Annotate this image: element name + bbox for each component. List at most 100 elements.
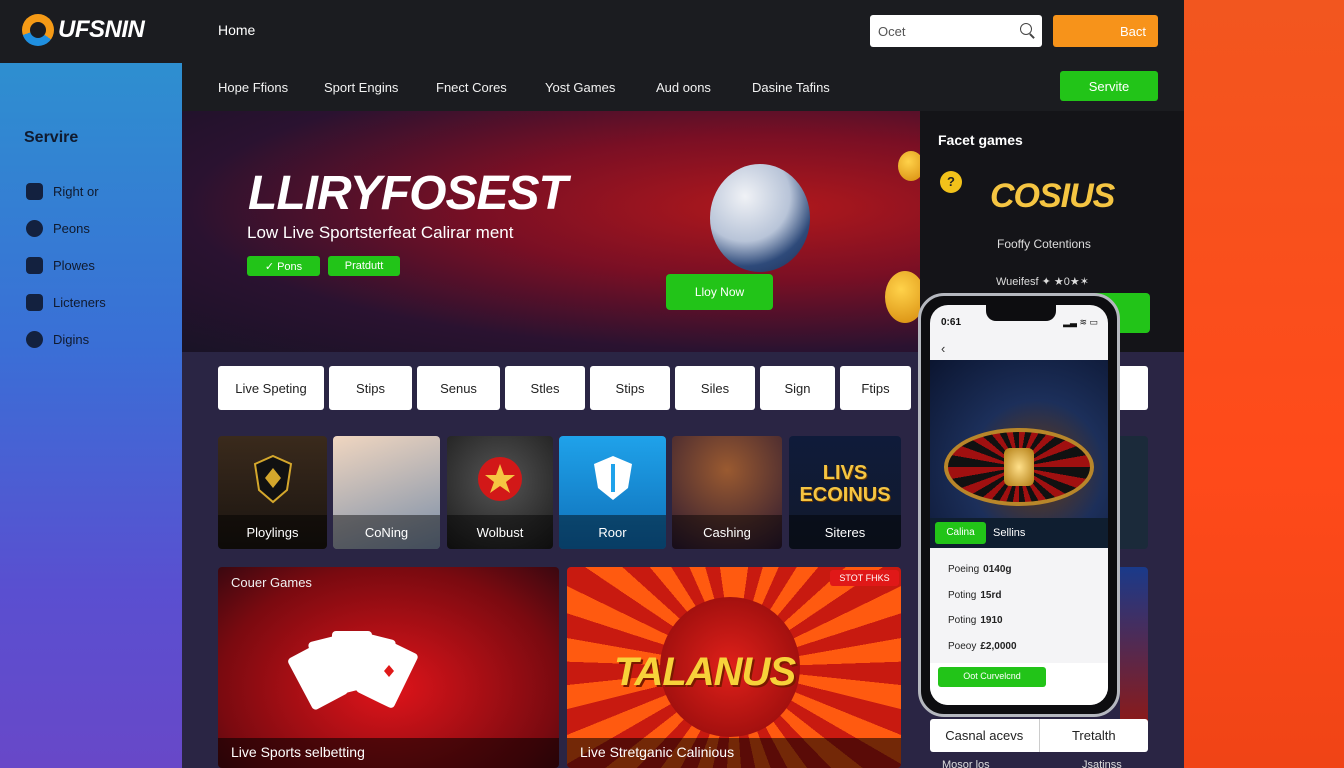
- play-now-button[interactable]: Lloy Now: [666, 274, 773, 310]
- star-token-icon: [478, 457, 522, 501]
- promo-card[interactable]: STOT FHKS TALANUS Live Stretganic Calini…: [567, 567, 901, 768]
- nav-item[interactable]: Dasine Tafins: [752, 80, 830, 95]
- promo-card[interactable]: Couer Games Live Sports selbetting: [218, 567, 559, 768]
- category-chip[interactable]: Ftips: [840, 366, 911, 410]
- playing-cards-icon: [288, 631, 418, 710]
- tab-casual[interactable]: Casnal acevs: [930, 719, 1039, 752]
- hero-tag[interactable]: ✓ Pons: [247, 256, 320, 276]
- nav-item[interactable]: Yost Games: [545, 80, 615, 95]
- facebook-icon: [26, 294, 43, 311]
- category-chip[interactable]: Live Speting: [218, 366, 324, 410]
- hot-badge: STOT FHKS: [830, 570, 899, 586]
- row-value: 15rd: [980, 590, 1002, 601]
- question-icon: [26, 220, 43, 237]
- game-tile-partial[interactable]: [1120, 436, 1148, 549]
- right-decor-strip: [1184, 0, 1344, 768]
- featured-logo: COSIUS: [990, 177, 1115, 215]
- category-chip[interactable]: Sign: [760, 366, 835, 410]
- row-key: Poting: [948, 590, 977, 601]
- nav-item[interactable]: Fnect Cores: [436, 80, 507, 95]
- list-item[interactable]: Poeoy £2,0000: [948, 641, 1017, 652]
- roulette-hub: [1004, 448, 1034, 486]
- row-value: 1910: [980, 615, 1003, 626]
- sidebar-item-label: Right or: [53, 184, 99, 199]
- category-chip-partial[interactable]: [1120, 366, 1148, 410]
- row-key: Poeoy: [948, 641, 977, 652]
- row-key: Poting: [948, 615, 977, 626]
- back-chevron-icon[interactable]: ‹: [941, 341, 945, 356]
- coin-icon: [898, 151, 920, 181]
- phone-tabs: Calina Sellins: [930, 518, 1108, 548]
- game-tile[interactable]: Roor: [559, 436, 666, 549]
- phone-tab-active[interactable]: Calina: [935, 522, 986, 544]
- list-item[interactable]: Poting 15rd: [948, 590, 1001, 601]
- row-value: £2,0000: [980, 641, 1017, 652]
- card-title: Couer Games: [231, 575, 312, 590]
- top-bar: UFSNIN Home Ocet Bact: [0, 0, 1184, 63]
- tile-label: Wolbust: [447, 515, 553, 549]
- card-caption: Live Stretganic Calinious: [580, 744, 735, 760]
- sidebar-item-label: Peons: [53, 221, 90, 236]
- sidebar-item-label: Plowes: [53, 258, 95, 273]
- phone-notch: [986, 305, 1056, 321]
- hero-banner[interactable]: LLIRYFOSEST Low Live Sportsterfeat Calir…: [182, 111, 920, 352]
- tile-label: Ploylings: [218, 515, 327, 549]
- promo-card-partial[interactable]: [1120, 567, 1148, 722]
- game-tile[interactable]: LIVS ECOINUS Siteres: [789, 436, 901, 549]
- phone-screen: 0:61 ▂▃ ≋ ▭ ‹ Calina Sellins Poeing 0140g…: [930, 305, 1108, 705]
- bottom-tabs: Casnal acevs Tretalth: [930, 719, 1148, 752]
- sidebar-item-label: Licteners: [53, 295, 106, 310]
- roulette-banner[interactable]: [930, 360, 1108, 518]
- sidebar-item[interactable]: Peons: [26, 220, 90, 237]
- game-tile[interactable]: Cashing: [672, 436, 782, 549]
- bet-button[interactable]: Bact: [1053, 15, 1158, 47]
- shield-icon: [593, 456, 632, 500]
- search-input[interactable]: Ocet: [870, 15, 1042, 47]
- category-chip[interactable]: Stips: [590, 366, 670, 410]
- tab-tretalth[interactable]: Tretalth: [1038, 719, 1149, 752]
- footer-text: Jsatinss: [1082, 759, 1122, 768]
- sidebar-item[interactable]: Right or: [26, 183, 99, 200]
- phone-footer: Oot Curvelcnd: [930, 663, 1108, 705]
- logo[interactable]: UFSNIN: [22, 14, 145, 46]
- home-link[interactable]: Home: [218, 22, 255, 38]
- nav-item[interactable]: Hope Ffions: [218, 80, 288, 95]
- featured-title: Facet games: [938, 132, 1023, 148]
- category-chip[interactable]: Senus: [417, 366, 500, 410]
- category-chip[interactable]: Stips: [329, 366, 412, 410]
- category-chip[interactable]: Siles: [675, 366, 755, 410]
- location-icon: [26, 331, 43, 348]
- sidebar-item[interactable]: Digins: [26, 331, 89, 348]
- game-tile[interactable]: Ploylings: [218, 436, 327, 549]
- search-placeholder: Ocet: [878, 24, 906, 39]
- featured-subtitle: Fooffy Cotentions: [997, 237, 1091, 251]
- mail-icon: [26, 257, 43, 274]
- logo-text: UFSNIN: [58, 16, 145, 43]
- search-icon[interactable]: [1020, 23, 1032, 35]
- info-icon[interactable]: ?: [940, 171, 962, 193]
- nav-item[interactable]: Sport Engins: [324, 80, 398, 95]
- phone-cta-button[interactable]: Oot Curvelcnd: [938, 667, 1046, 687]
- phone-tab[interactable]: Sellins: [993, 527, 1025, 539]
- game-tile[interactable]: Wolbust: [447, 436, 553, 549]
- service-button[interactable]: Servite: [1060, 71, 1158, 101]
- featured-rating: Wueifesf ✦ ★0★✶: [996, 276, 1089, 288]
- sidebar-item[interactable]: Plowes: [26, 257, 95, 274]
- sidebar-title: Servire: [24, 129, 79, 146]
- list-item[interactable]: Poting 1910: [948, 615, 1003, 626]
- list-item[interactable]: Poeing 0140g: [948, 564, 1012, 575]
- tile-label: Roor: [559, 515, 666, 549]
- game-tile[interactable]: CoNing: [333, 436, 440, 549]
- sidebar-item[interactable]: Licteners: [26, 294, 106, 311]
- footer-text: Mosor los: [942, 759, 990, 768]
- row-key: Poeing: [948, 564, 980, 575]
- category-chip[interactable]: Stles: [505, 366, 585, 410]
- row-value: 0140g: [983, 564, 1012, 575]
- tile-logo: LIVS ECOINUS: [799, 462, 891, 506]
- card-logo: TALANUS: [614, 650, 796, 694]
- hero-tag[interactable]: Pratdutt: [328, 256, 400, 276]
- coin-icon: [885, 271, 920, 323]
- tile-label: Cashing: [672, 515, 782, 549]
- phone-odds-list: Poeing 0140g Poting 15rd Poting 1910 Poeoy £…: [930, 548, 1108, 663]
- nav-item[interactable]: Aud oons: [656, 80, 711, 95]
